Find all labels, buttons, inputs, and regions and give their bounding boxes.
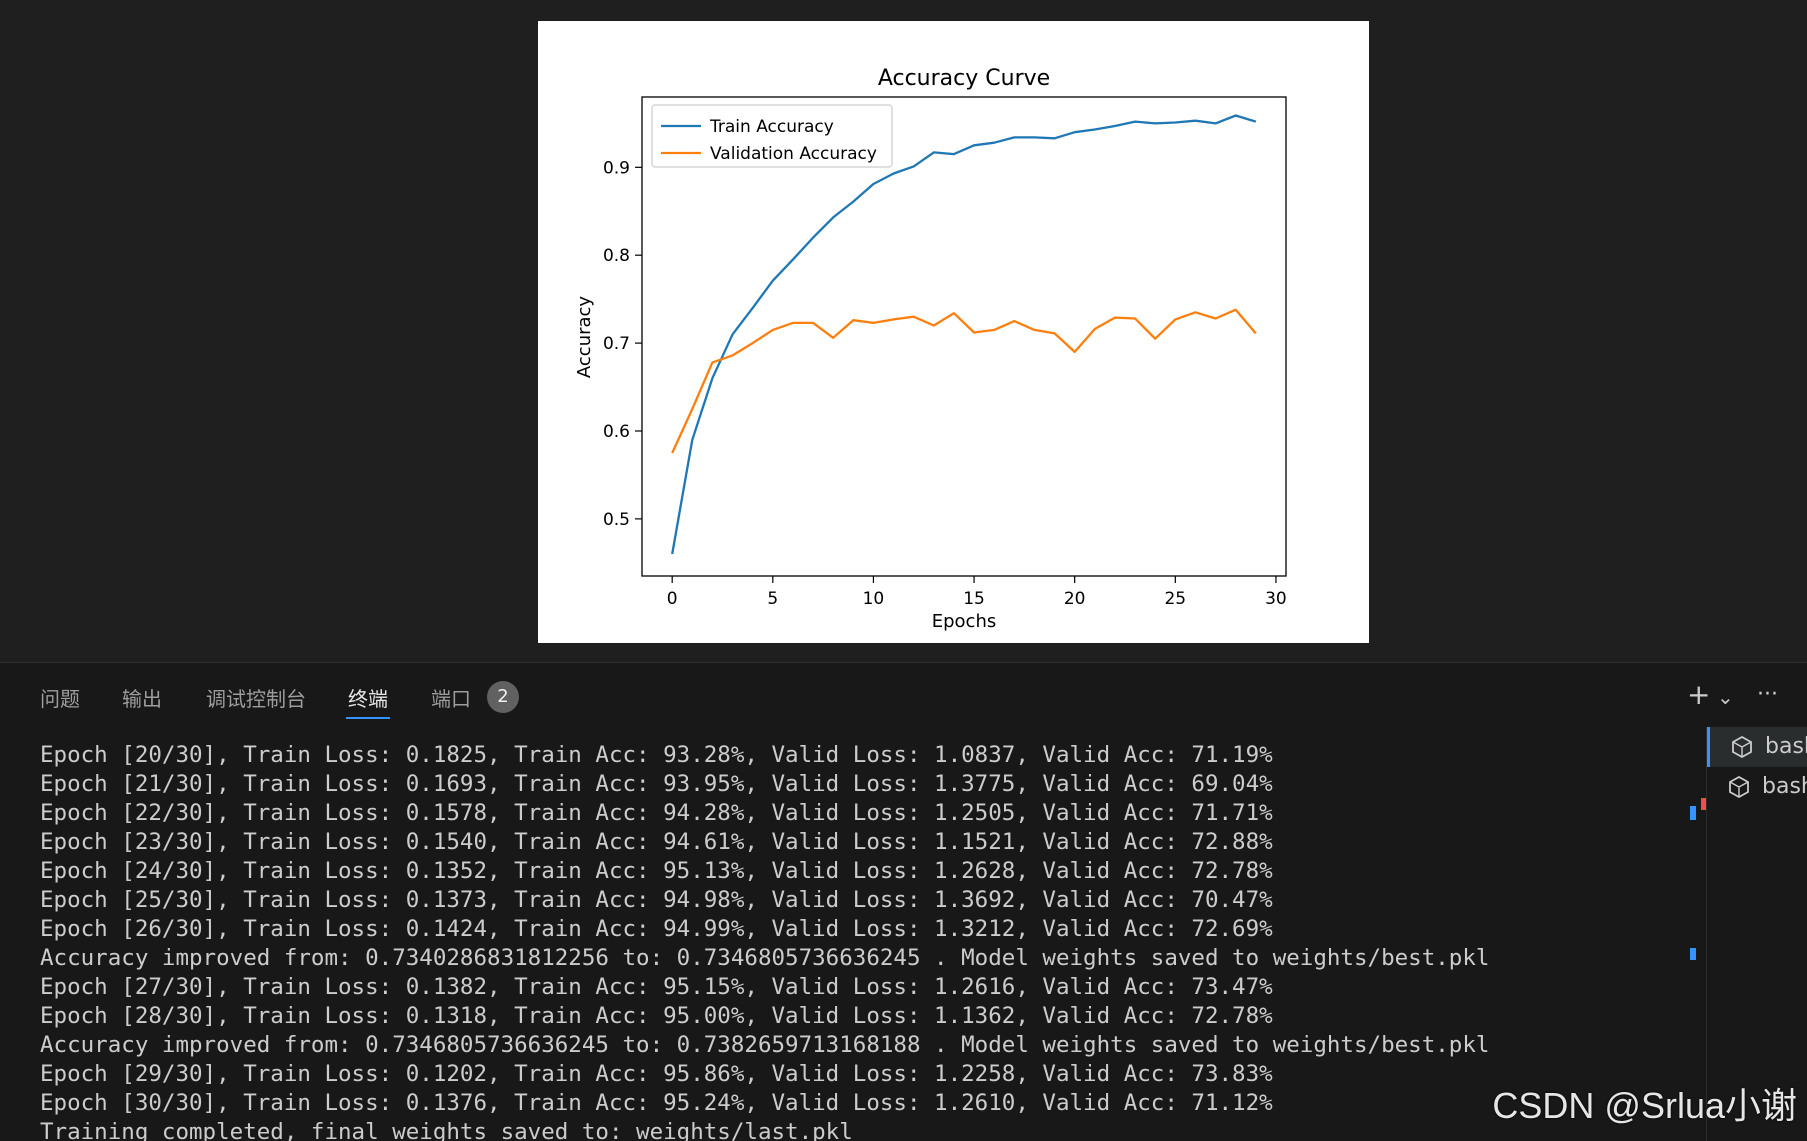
terminal-line: Epoch [23/30], Train Loss: 0.1540, Train… (40, 829, 1273, 855)
chart-title: Accuracy Curve (878, 66, 1050, 91)
terminal-output[interactable]: Epoch [20/30], Train Loss: 0.1825, Train… (40, 741, 1680, 1141)
terminal-dropdown-chevron-icon[interactable]: ⌄ (1717, 677, 1734, 717)
panel-actions: + ⌄ ··· (1657, 675, 1807, 715)
tab-problems[interactable]: 问题 (38, 679, 82, 719)
terminal-line: Epoch [25/30], Train Loss: 0.1373, Train… (40, 887, 1273, 913)
legend-label: Train Accuracy (709, 117, 834, 137)
terminal-line: Accuracy improved from: 0.73468057366362… (40, 1032, 1490, 1058)
bottom-panel: 问题 输出 调试控制台 终端 端口 2 + ⌄ ··· Epoch [20/30… (0, 662, 1807, 1141)
plot-area-frame (641, 96, 1287, 577)
terminal-line: Epoch [29/30], Train Loss: 0.1202, Train… (40, 1061, 1273, 1087)
ports-count-badge: 2 (487, 681, 519, 713)
terminal-list-item[interactable]: bash (1707, 727, 1807, 767)
tab-output[interactable]: 输出 (120, 679, 164, 719)
y-tick-label: 0.9 (603, 158, 630, 178)
editor-area: Accuracy Curve Epochs Accuracy 0 5 10 15 20 2… (0, 0, 1807, 662)
tab-debug-console[interactable]: 调试控制台 (204, 679, 308, 719)
terminal-list-item[interactable]: bash (1707, 767, 1807, 807)
y-axis-label: Accuracy (574, 296, 595, 379)
x-tick-label: 10 (863, 589, 885, 609)
terminal-line: Epoch [22/30], Train Loss: 0.1578, Train… (40, 800, 1273, 826)
x-tick-label: 25 (1164, 589, 1186, 609)
more-actions-icon[interactable]: ··· (1757, 675, 1778, 715)
terminal-line: Epoch [24/30], Train Loss: 0.1352, Train… (40, 858, 1273, 884)
terminal-line: Epoch [28/30], Train Loss: 0.1318, Train… (40, 1003, 1273, 1029)
terminal-line: Epoch [21/30], Train Loss: 0.1693, Train… (40, 771, 1273, 797)
watermark-text: CSDN @Srlua小谢 (1492, 1085, 1797, 1126)
y-tick-label: 0.6 (603, 422, 630, 442)
legend: Train Accuracy Validation Accuracy (651, 104, 893, 168)
terminal-line: Epoch [20/30], Train Loss: 0.1825, Train… (40, 742, 1273, 768)
x-tick-label: 5 (767, 589, 778, 609)
x-tick-label: 0 (667, 589, 678, 609)
y-tick-label: 0.8 (603, 246, 630, 266)
terminal-shell-icon (1732, 735, 1752, 759)
x-tick-label: 30 (1265, 589, 1287, 609)
x-tick-label: 20 (1064, 589, 1086, 609)
x-axis-label: Epochs (932, 611, 997, 632)
terminal-line: Epoch [26/30], Train Loss: 0.1424, Train… (40, 916, 1273, 942)
terminal-line: Epoch [27/30], Train Loss: 0.1382, Train… (40, 974, 1273, 1000)
scroll-marker-info (1690, 948, 1696, 960)
terminal-list-label: bash (1765, 734, 1807, 759)
terminal-line: Accuracy improved from: 0.73402868318122… (40, 945, 1490, 971)
tab-ports[interactable]: 端口 (429, 679, 473, 719)
accuracy-chart: Accuracy Curve Epochs Accuracy 0 5 10 15 20 2… (574, 66, 1287, 632)
scroll-marker-info (1690, 806, 1696, 820)
tab-terminal[interactable]: 终端 (346, 679, 390, 719)
terminal-line: Epoch [30/30], Train Loss: 0.1376, Train… (40, 1090, 1273, 1116)
terminal-list-label: bash (1762, 774, 1807, 799)
y-tick-label: 0.5 (603, 510, 630, 530)
legend-label: Validation Accuracy (710, 144, 877, 164)
plot-image: Accuracy Curve Epochs Accuracy 0 5 10 15 20 2… (538, 21, 1369, 643)
terminal-line: Training completed, final weights saved … (40, 1119, 853, 1141)
panel-tab-bar: 问题 输出 调试控制台 终端 端口 2 + ⌄ ··· (0, 663, 1807, 727)
terminal-shell-icon (1729, 775, 1749, 799)
y-tick-label: 0.7 (603, 334, 630, 354)
new-terminal-plus-icon[interactable]: + (1687, 675, 1710, 715)
x-tick-label: 15 (963, 589, 985, 609)
